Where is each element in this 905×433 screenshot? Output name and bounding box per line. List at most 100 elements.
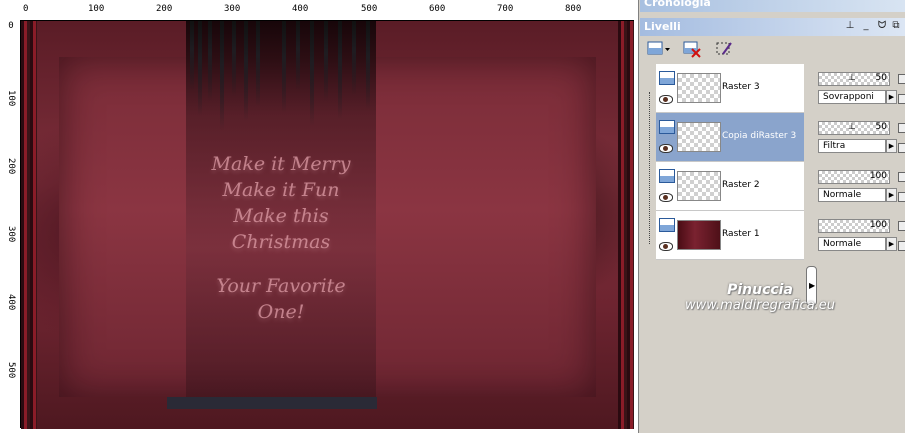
blend-mode-select[interactable]: Filtra bbox=[818, 139, 886, 153]
opacity-slider[interactable]: ⊥ 50 bbox=[818, 72, 890, 86]
layer-thumbnail bbox=[677, 220, 721, 250]
opacity-value: 100 bbox=[869, 220, 887, 230]
delete-layer-button[interactable] bbox=[682, 39, 702, 59]
ruler-label: 800 bbox=[565, 4, 582, 14]
greeting-line: Make this bbox=[233, 205, 329, 227]
drape bbox=[282, 21, 286, 113]
lock-icon[interactable] bbox=[898, 172, 905, 182]
opacity-marker-icon[interactable]: ⊥ bbox=[848, 73, 856, 83]
opacity-value: 50 bbox=[875, 122, 887, 132]
layer-thumbnail bbox=[677, 73, 721, 103]
mask-icon[interactable] bbox=[898, 94, 905, 104]
ruler-label: 0 bbox=[8, 21, 14, 31]
lock-icon[interactable] bbox=[898, 123, 905, 133]
new-layer-button[interactable] bbox=[646, 39, 672, 59]
livelli-title: Livelli bbox=[644, 20, 681, 33]
mask-icon[interactable] bbox=[898, 192, 905, 202]
ruler-label: 100 bbox=[6, 90, 16, 107]
opacity-marker-icon[interactable]: ⊥ bbox=[848, 122, 856, 132]
image-canvas[interactable]: Make it Merry Make it Fun Make this Chri… bbox=[21, 21, 634, 429]
cronologia-titlebar[interactable]: Cronologia bbox=[640, 0, 905, 12]
bottom-band bbox=[167, 397, 377, 409]
ruler-label: 500 bbox=[6, 362, 16, 379]
layers-toolbar bbox=[640, 36, 905, 62]
canvas-area[interactable]: 0 100 200 300 400 500 600 700 800 0 100 … bbox=[0, 0, 639, 433]
layer-row-raster-2[interactable]: Raster 2 bbox=[656, 162, 804, 211]
greeting-line: One! bbox=[257, 301, 305, 323]
lock-icon[interactable] bbox=[898, 221, 905, 231]
drape bbox=[366, 21, 370, 109]
opacity-slider[interactable]: 100 bbox=[818, 170, 890, 184]
greeting-text: Make it Merry Make it Fun Make this Chri… bbox=[181, 151, 381, 325]
minimize-icon[interactable]: _ bbox=[860, 20, 872, 31]
ruler-label: 300 bbox=[6, 226, 16, 243]
layer-thumbnail bbox=[677, 122, 721, 152]
top-ruler: 0 100 200 300 400 500 600 700 800 bbox=[20, 2, 634, 21]
blend-mode-arrow-icon[interactable]: ▶ bbox=[886, 188, 897, 202]
layer-row-copia-di-raster-3[interactable]: Copia diRaster 3 bbox=[656, 113, 804, 162]
delete-layer-icon bbox=[683, 41, 701, 58]
drape bbox=[310, 21, 314, 126]
layer-name: Raster 1 bbox=[722, 229, 760, 239]
greeting-line: Christmas bbox=[231, 231, 331, 253]
blend-mode-arrow-icon[interactable]: ▶ bbox=[886, 90, 897, 104]
drape bbox=[232, 21, 236, 96]
visibility-eye-icon[interactable] bbox=[659, 242, 673, 251]
blend-mode-select[interactable]: Sovrapponi bbox=[818, 90, 886, 104]
watermark-author: Pinuccia bbox=[727, 282, 793, 298]
visibility-eye-icon[interactable] bbox=[659, 95, 673, 104]
close-icon[interactable]: ⧉ bbox=[890, 20, 902, 31]
greeting-line: Make it Fun bbox=[222, 179, 340, 201]
layer-row-raster-3[interactable]: Raster 3 bbox=[656, 64, 804, 113]
blend-mode-arrow-icon[interactable]: ▶ bbox=[886, 139, 897, 153]
new-layer-icon bbox=[647, 41, 670, 55]
right-border-stripe bbox=[618, 21, 634, 429]
layer-name: Copia diRaster 3 bbox=[722, 131, 797, 141]
blend-mode-select[interactable]: Normale bbox=[818, 188, 886, 202]
blend-mode-select[interactable]: Normale bbox=[818, 237, 886, 251]
greeting-line: Your Favorite bbox=[216, 275, 346, 297]
pin-icon[interactable]: ᗢ bbox=[876, 20, 888, 31]
layers-palette: Cronologia Livelli ⊥ _ ᗢ ⧉ Raster 3 Copi… bbox=[640, 0, 905, 433]
left-border-stripe bbox=[21, 21, 37, 429]
layers-list[interactable]: Raster 3 Copia diRaster 3 Raster 2 Raste… bbox=[656, 64, 804, 260]
raster-layer-icon bbox=[659, 218, 675, 232]
ruler-label: 200 bbox=[6, 158, 16, 175]
edit-layer-button[interactable] bbox=[714, 39, 734, 59]
drape bbox=[338, 21, 342, 119]
visibility-eye-icon[interactable] bbox=[659, 193, 673, 202]
drape bbox=[256, 21, 260, 106]
ruler-label: 400 bbox=[6, 294, 16, 311]
opacity-value: 100 bbox=[869, 171, 887, 181]
cronologia-title: Cronologia bbox=[644, 0, 711, 9]
watermark: Pinuccia www.maldiregrafica.eu bbox=[660, 282, 860, 313]
opacity-value: 50 bbox=[875, 73, 887, 83]
drape bbox=[244, 21, 248, 121]
ruler-label: 400 bbox=[292, 4, 309, 14]
livelli-titlebar[interactable]: Livelli ⊥ _ ᗢ ⧉ bbox=[640, 18, 905, 36]
raster-layer-icon bbox=[659, 120, 675, 134]
mask-icon[interactable] bbox=[898, 143, 905, 153]
blend-mode-arrow-icon[interactable]: ▶ bbox=[886, 237, 897, 251]
ruler-label: 500 bbox=[361, 4, 378, 14]
drape bbox=[352, 21, 356, 95]
pin-icon[interactable]: ⊥ bbox=[844, 20, 856, 31]
edit-layer-icon bbox=[716, 42, 732, 55]
lock-icon[interactable] bbox=[898, 74, 905, 84]
opacity-slider[interactable]: 100 bbox=[818, 219, 890, 233]
drape bbox=[220, 21, 224, 131]
visibility-eye-icon[interactable] bbox=[659, 144, 673, 153]
layer-name: Raster 3 bbox=[722, 82, 760, 92]
layer-name: Raster 2 bbox=[722, 180, 760, 190]
drape bbox=[208, 21, 212, 101]
drape bbox=[190, 21, 194, 91]
ruler-label: 200 bbox=[156, 4, 173, 14]
mask-icon[interactable] bbox=[898, 241, 905, 251]
opacity-slider[interactable]: ⊥ 50 bbox=[818, 121, 890, 135]
raster-layer-icon bbox=[659, 71, 675, 85]
layer-row-raster-1[interactable]: Raster 1 bbox=[656, 211, 804, 260]
greeting-line: Make it Merry bbox=[211, 153, 351, 175]
drape bbox=[198, 21, 202, 116]
ruler-label: 0 bbox=[23, 4, 29, 14]
left-ruler: 0 100 200 300 400 500 bbox=[2, 20, 21, 428]
